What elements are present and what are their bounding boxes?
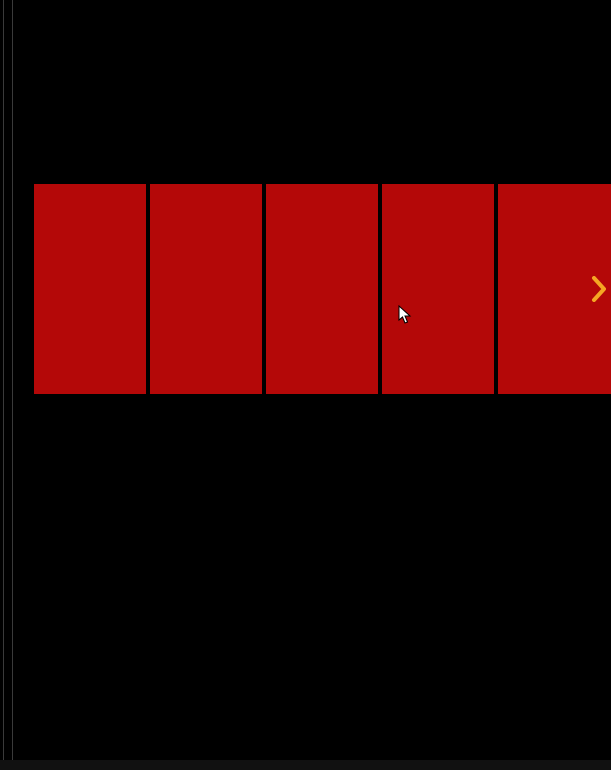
carousel-next-button[interactable] [587,269,611,309]
chevron-right-icon [591,276,607,302]
carousel-track [34,184,611,394]
carousel-tile[interactable] [382,184,494,394]
carousel-tile[interactable] [34,184,146,394]
carousel-tile[interactable] [266,184,378,394]
panel-edge-line [12,0,13,760]
carousel-tile[interactable] [150,184,262,394]
carousel [34,184,611,394]
bottom-shadow [0,760,611,770]
window-edge-line [3,0,4,760]
